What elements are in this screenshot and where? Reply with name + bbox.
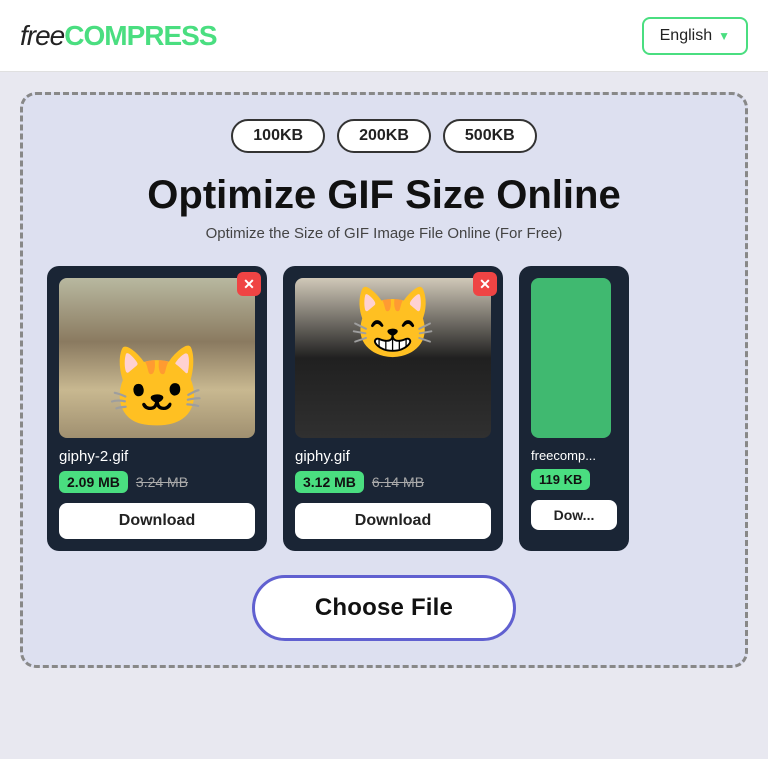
choose-file-button[interactable]: Choose File: [252, 575, 516, 641]
close-button-2[interactable]: ✕: [473, 272, 497, 296]
header: freeCOMPRESS English ▼: [0, 0, 768, 72]
card-sizes-2: 3.12 MB 6.14 MB: [295, 471, 491, 493]
page-title: Optimize GIF Size Online: [47, 173, 721, 217]
page-subtitle: Optimize the Size of GIF Image File Onli…: [47, 225, 721, 242]
preset-200kb[interactable]: 200KB: [337, 119, 431, 153]
size-new-2: 3.12 MB: [295, 471, 364, 493]
filename-3: freecomp...: [531, 448, 617, 463]
choose-file-area: Choose File: [47, 575, 721, 641]
close-button-1[interactable]: ✕: [237, 272, 261, 296]
size-old-2: 6.14 MB: [372, 474, 424, 490]
filename-1: giphy-2.gif: [59, 448, 255, 465]
file-card-1: ✕ giphy-2.gif 2.09 MB 3.24 MB Download: [47, 266, 267, 551]
logo: freeCOMPRESS: [20, 20, 217, 52]
download-button-1[interactable]: Download: [59, 503, 255, 539]
file-cards-container: ✕ giphy-2.gif 2.09 MB 3.24 MB Download ✕…: [47, 266, 721, 551]
main-content: 100KB 200KB 500KB Optimize GIF Size Onli…: [0, 72, 768, 759]
card-sizes-1: 2.09 MB 3.24 MB: [59, 471, 255, 493]
gif-preview-1: [59, 278, 255, 438]
preset-100kb[interactable]: 100KB: [231, 119, 325, 153]
filename-2: giphy.gif: [295, 448, 491, 465]
logo-compress: COMPRESS: [64, 20, 216, 51]
gif-preview-3: [531, 278, 611, 438]
card-sizes-3: 119 KB: [531, 469, 617, 490]
chevron-down-icon: ▼: [718, 29, 730, 43]
language-label: English: [660, 27, 712, 45]
language-button[interactable]: English ▼: [642, 17, 748, 55]
preset-500kb[interactable]: 500KB: [443, 119, 537, 153]
size-old-1: 3.24 MB: [136, 474, 188, 490]
file-card-2: ✕ giphy.gif 3.12 MB 6.14 MB Download: [283, 266, 503, 551]
download-button-2[interactable]: Download: [295, 503, 491, 539]
size-presets: 100KB 200KB 500KB: [47, 119, 721, 153]
file-card-3: freecomp... 119 KB Dow...: [519, 266, 629, 551]
gif-preview-2: [295, 278, 491, 438]
download-button-3[interactable]: Dow...: [531, 500, 617, 530]
size-new-3: 119 KB: [531, 469, 590, 490]
size-new-1: 2.09 MB: [59, 471, 128, 493]
upload-area: 100KB 200KB 500KB Optimize GIF Size Onli…: [20, 92, 748, 668]
logo-free: free: [20, 20, 64, 51]
